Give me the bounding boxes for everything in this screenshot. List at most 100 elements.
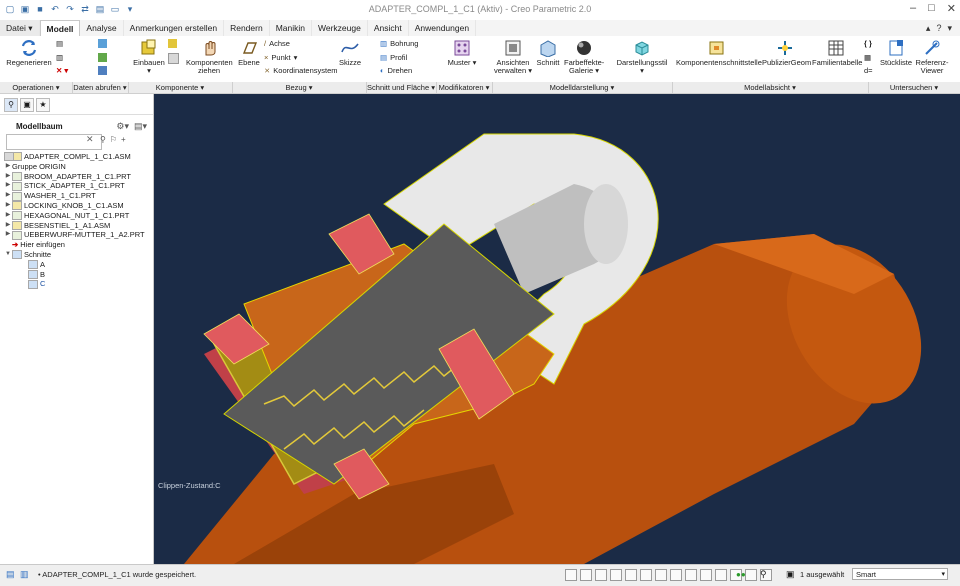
switch-dimensions-icon[interactable]: d= [864,66,873,75]
tab-anwendungen[interactable]: Anwendungen [409,20,477,36]
toggle-browser-icon[interactable]: ▥ [20,569,29,580]
tab-ansicht[interactable]: Ansicht [368,20,409,36]
zoom-out-icon[interactable] [595,569,607,581]
model-tree-item[interactable]: ▶ STICK_ADAPTER_1_C1.PRT [4,181,153,191]
find-tool-icon[interactable]: ⚲ [760,569,767,580]
component-ops-icon[interactable] [168,53,179,64]
tree-expand-icon[interactable]: ▶ [4,201,12,211]
group-daten-abrufen[interactable]: Daten abrufen ▾ [72,82,129,93]
model-tree-item[interactable]: A [4,260,153,270]
clear-search-icon[interactable]: ✕ [86,134,94,145]
repaint-icon[interactable] [610,569,622,581]
tab-manikin[interactable]: Manikin [270,20,312,36]
tree-settings-icon[interactable]: ⚙▾ [116,121,129,132]
plane-display-icon[interactable] [715,569,727,581]
minimize-icon[interactable]: – [910,2,916,15]
delete-icon[interactable]: ✕ ▾ [56,66,68,75]
model-tree-item[interactable]: ▶ UEBERWURF-MUTTER_1_A2.PRT [4,230,153,240]
folder-browser-tab-icon[interactable]: ▣ [20,98,34,112]
display-style-icon[interactable] [625,569,637,581]
sketch-button[interactable]: Skizze [336,39,364,67]
group-operationen[interactable]: Operationen ▾ [0,82,73,93]
close-icon[interactable]: ✕ [947,2,956,15]
tree-expand-icon[interactable]: ▶ [4,162,12,172]
axis-button[interactable]: / Achse [264,39,290,48]
tree-expand-icon[interactable]: ▶ [4,221,12,231]
revolve-button[interactable]: ◐ Drehen [380,66,412,75]
regenerate-button[interactable]: Regenerieren [6,39,52,67]
drag-components-button[interactable]: Komponenten ziehen [186,39,233,75]
tree-expand-icon[interactable]: ▶ [4,211,12,221]
shrinkwrap-icon[interactable] [98,66,107,75]
bill-of-materials-button[interactable]: Stückliste [878,39,914,67]
tab-datei[interactable]: Datei ▾ [0,20,40,36]
family-table-button[interactable]: Familientabelle [812,39,862,67]
pattern-button[interactable]: Muster ▾ [446,39,478,67]
tab-analyse[interactable]: Analyse [80,20,124,36]
maximize-icon[interactable]: □ [928,2,935,15]
manage-views-button[interactable]: Ansichten verwalten ▾ [494,39,532,75]
group-modellabsicht[interactable]: Modellabsicht ▾ [672,82,869,93]
group-modelldarstellung[interactable]: Modelldarstellung ▾ [492,82,673,93]
copy-geometry-icon[interactable] [98,53,107,62]
relations-icon[interactable]: { } [864,39,872,48]
model-tree-item[interactable]: ▶ HEXAGONAL_NUT_1_C1.PRT [4,211,153,221]
model-tree-item[interactable]: ▶ LOCKING_KNOB_1_C1.ASM [4,201,153,211]
reference-viewer-button[interactable]: Referenz- Viewer [914,39,950,75]
group-untersuchen[interactable]: Untersuchen ▾ [868,82,960,93]
help-icon[interactable]: ? [936,23,941,34]
graphics-viewport[interactable]: Clippen-Zustand:C [154,94,960,564]
point-display-icon[interactable] [745,569,757,581]
appearance-gallery-button[interactable]: Farbeffekte- Galerie ▾ [564,39,604,75]
model-tree-item[interactable]: C [4,279,153,289]
annotation-display-icon[interactable] [685,569,697,581]
model-tree-item[interactable]: ➔ Hier einfügen [4,240,153,250]
coordinate-system-button[interactable]: ⨯ Koordinatensystem [264,66,338,75]
find-icon[interactable]: ⚲ [100,135,106,144]
model-tree-item[interactable]: B [4,270,153,280]
add-column-icon[interactable]: + [121,135,126,144]
favorites-tab-icon[interactable]: ★ [36,98,50,112]
filter-icon[interactable]: ⚐ [110,135,117,144]
group-schnitt-flaeche[interactable]: Schnitt und Fläche ▾ [366,82,437,93]
model-tree-item[interactable]: ▶ BROOM_ADAPTER_1_C1.PRT [4,172,153,182]
copy-icon[interactable]: ▤ [56,39,63,48]
model-tree-item[interactable]: ▶ BESENSTIEL_1_A1.ASM [4,221,153,231]
display-style-button[interactable]: Darstellungsstil ▾ [614,39,670,75]
toggle-navigator-icon[interactable]: ▤ [6,569,15,580]
refit-icon[interactable] [565,569,577,581]
tab-werkzeuge[interactable]: Werkzeuge [312,20,368,36]
minimize-ribbon-icon[interactable]: ▴ [926,23,931,34]
component-interface-button[interactable]: Komponentenschnittstelle [676,39,762,67]
publish-geometry-button[interactable]: PublizierGeom [762,39,811,67]
point-button[interactable]: × Punkt ▾ [264,53,297,62]
plane-button[interactable]: Ebene [236,39,262,67]
group-modifikatoren[interactable]: Modifikatoren ▾ [436,82,493,93]
section-button[interactable]: Schnitt [534,39,562,67]
tree-expand-icon[interactable]: ▼ [4,250,12,260]
view-manager-icon[interactable] [655,569,667,581]
datum-display-icon[interactable] [670,569,682,581]
tree-expand-icon[interactable]: ▶ [4,191,12,201]
cad-model-section-view[interactable] [154,94,960,564]
create-component-icon[interactable] [168,39,177,48]
hole-button[interactable]: ▥ Bohrung [380,39,418,48]
tree-expand-icon[interactable]: ▶ [4,172,12,182]
model-tree-item[interactable]: ▼ Schnitte [4,250,153,260]
model-tree-item[interactable]: ▶ Gruppe ORIGIN [4,152,153,172]
tab-anmerkungen[interactable]: Anmerkungen erstellen [124,20,225,36]
user-defined-feature-icon[interactable] [98,39,107,48]
tree-expand-icon[interactable]: ▶ [4,230,12,240]
group-komponente[interactable]: Komponente ▾ [128,82,233,93]
spin-center-icon[interactable] [700,569,712,581]
group-bezug[interactable]: Bezug ▾ [232,82,367,93]
saved-orientations-icon[interactable] [640,569,652,581]
tree-show-icon[interactable]: ▤▾ [134,121,147,132]
model-tree-item[interactable]: ADAPTER_COMPL_1_C1.ASM [4,152,153,162]
tab-modell[interactable]: Modell [39,20,81,36]
parameters-icon[interactable]: ▦ [864,53,871,62]
paste-icon[interactable]: ▥ [56,53,63,62]
model-tree-item[interactable]: ▶ WASHER_1_C1.PRT [4,191,153,201]
selection-filter-select[interactable]: Smart ▾ [852,568,948,580]
zoom-in-icon[interactable] [580,569,592,581]
